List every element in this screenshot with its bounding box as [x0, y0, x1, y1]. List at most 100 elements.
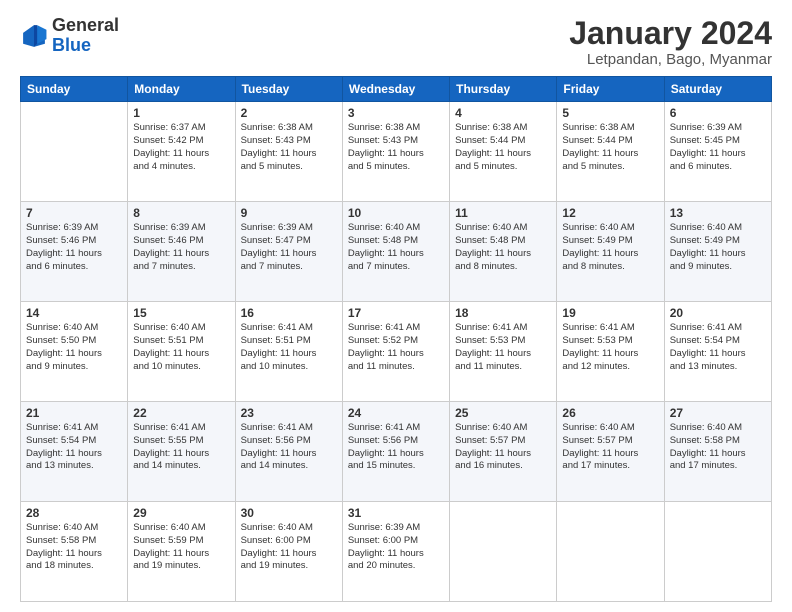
day-number: 21: [26, 406, 122, 420]
logo-blue: Blue: [52, 36, 119, 56]
day-info: Sunrise: 6:37 AM Sunset: 5:42 PM Dayligh…: [133, 122, 229, 173]
table-row: 30Sunrise: 6:40 AM Sunset: 6:00 PM Dayli…: [235, 502, 342, 602]
table-row: 25Sunrise: 6:40 AM Sunset: 5:57 PM Dayli…: [450, 402, 557, 502]
day-info: Sunrise: 6:41 AM Sunset: 5:52 PM Dayligh…: [348, 322, 444, 373]
day-number: 3: [348, 106, 444, 120]
day-number: 26: [562, 406, 658, 420]
day-number: 29: [133, 506, 229, 520]
day-info: Sunrise: 6:40 AM Sunset: 5:58 PM Dayligh…: [26, 522, 122, 573]
table-row: [450, 502, 557, 602]
day-info: Sunrise: 6:40 AM Sunset: 5:49 PM Dayligh…: [562, 222, 658, 273]
logo-icon: [20, 22, 48, 50]
day-info: Sunrise: 6:41 AM Sunset: 5:53 PM Dayligh…: [455, 322, 551, 373]
table-row: 5 Sunrise: 6:38 AM Sunset: 5:44 PM Daylig…: [557, 102, 664, 202]
day-number: 31: [348, 506, 444, 520]
day-info: Sunrise: 6:38 AM Sunset: 5:44 PM Dayligh…: [562, 122, 658, 173]
day-number: 9: [241, 206, 337, 220]
day-number: 11: [455, 206, 551, 220]
table-row: 8 Sunrise: 6:39 AM Sunset: 5:46 PM Daylig…: [128, 202, 235, 302]
day-info: Sunrise: 6:40 AM Sunset: 5:51 PM Dayligh…: [133, 322, 229, 373]
table-row: [664, 502, 771, 602]
day-info: Sunrise: 6:41 AM Sunset: 5:56 PM Dayligh…: [348, 422, 444, 473]
table-row: 16 Sunrise: 6:41 AM Sunset: 5:51 PM Dayli…: [235, 302, 342, 402]
day-number: 5: [562, 106, 658, 120]
table-row: 29Sunrise: 6:40 AM Sunset: 5:59 PM Dayli…: [128, 502, 235, 602]
day-info: Sunrise: 6:40 AM Sunset: 5:49 PM Dayligh…: [670, 222, 766, 273]
day-number: 18: [455, 306, 551, 320]
header: General Blue January 2024 Letpandan, Bag…: [20, 16, 772, 68]
day-info: Sunrise: 6:41 AM Sunset: 5:54 PM Dayligh…: [670, 322, 766, 373]
calendar-header-monday: Monday: [128, 77, 235, 102]
table-row: 9 Sunrise: 6:39 AM Sunset: 5:47 PM Daylig…: [235, 202, 342, 302]
day-number: 19: [562, 306, 658, 320]
day-number: 10: [348, 206, 444, 220]
calendar-week-row: 7 Sunrise: 6:39 AM Sunset: 5:46 PM Daylig…: [21, 202, 772, 302]
table-row: 7 Sunrise: 6:39 AM Sunset: 5:46 PM Daylig…: [21, 202, 128, 302]
day-info: Sunrise: 6:38 AM Sunset: 5:43 PM Dayligh…: [348, 122, 444, 173]
day-info: Sunrise: 6:41 AM Sunset: 5:53 PM Dayligh…: [562, 322, 658, 373]
day-number: 7: [26, 206, 122, 220]
day-info: Sunrise: 6:39 AM Sunset: 5:46 PM Dayligh…: [26, 222, 122, 273]
table-row: 15 Sunrise: 6:40 AM Sunset: 5:51 PM Dayli…: [128, 302, 235, 402]
day-number: 6: [670, 106, 766, 120]
calendar-header-row: SundayMondayTuesdayWednesdayThursdayFrid…: [21, 77, 772, 102]
day-info: Sunrise: 6:39 AM Sunset: 6:00 PM Dayligh…: [348, 522, 444, 573]
day-info: Sunrise: 6:38 AM Sunset: 5:43 PM Dayligh…: [241, 122, 337, 173]
day-info: Sunrise: 6:39 AM Sunset: 5:47 PM Dayligh…: [241, 222, 337, 273]
calendar-header-tuesday: Tuesday: [235, 77, 342, 102]
main-title: January 2024: [569, 16, 772, 51]
table-row: 20 Sunrise: 6:41 AM Sunset: 5:54 PM Dayli…: [664, 302, 771, 402]
table-row: 4Sunrise: 6:38 AM Sunset: 5:44 PM Daylig…: [450, 102, 557, 202]
calendar-table: SundayMondayTuesdayWednesdayThursdayFrid…: [20, 76, 772, 602]
table-row: 17 Sunrise: 6:41 AM Sunset: 5:52 PM Dayli…: [342, 302, 449, 402]
calendar-header-sunday: Sunday: [21, 77, 128, 102]
day-info: Sunrise: 6:40 AM Sunset: 5:48 PM Dayligh…: [455, 222, 551, 273]
logo-general: General: [52, 16, 119, 36]
day-number: 24: [348, 406, 444, 420]
day-info: Sunrise: 6:40 AM Sunset: 5:50 PM Dayligh…: [26, 322, 122, 373]
day-number: 1: [133, 106, 229, 120]
calendar-header-thursday: Thursday: [450, 77, 557, 102]
day-number: 30: [241, 506, 337, 520]
subtitle: Letpandan, Bago, Myanmar: [569, 51, 772, 68]
day-info: Sunrise: 6:41 AM Sunset: 5:56 PM Dayligh…: [241, 422, 337, 473]
logo-text: General Blue: [52, 16, 119, 56]
table-row: 21 Sunrise: 6:41 AM Sunset: 5:54 PM Dayli…: [21, 402, 128, 502]
day-info: Sunrise: 6:40 AM Sunset: 5:58 PM Dayligh…: [670, 422, 766, 473]
table-row: 22Sunrise: 6:41 AM Sunset: 5:55 PM Dayli…: [128, 402, 235, 502]
day-number: 28: [26, 506, 122, 520]
table-row: 14Sunrise: 6:40 AM Sunset: 5:50 PM Dayli…: [21, 302, 128, 402]
day-number: 17: [348, 306, 444, 320]
day-number: 27: [670, 406, 766, 420]
table-row: 10 Sunrise: 6:40 AM Sunset: 5:48 PM Dayli…: [342, 202, 449, 302]
day-info: Sunrise: 6:40 AM Sunset: 5:57 PM Dayligh…: [562, 422, 658, 473]
day-number: 23: [241, 406, 337, 420]
title-block: January 2024 Letpandan, Bago, Myanmar: [569, 16, 772, 68]
day-number: 16: [241, 306, 337, 320]
calendar-week-row: 21 Sunrise: 6:41 AM Sunset: 5:54 PM Dayli…: [21, 402, 772, 502]
table-row: 2 Sunrise: 6:38 AM Sunset: 5:43 PM Daylig…: [235, 102, 342, 202]
day-info: Sunrise: 6:40 AM Sunset: 5:48 PM Dayligh…: [348, 222, 444, 273]
day-number: 2: [241, 106, 337, 120]
calendar-week-row: 14Sunrise: 6:40 AM Sunset: 5:50 PM Dayli…: [21, 302, 772, 402]
day-info: Sunrise: 6:41 AM Sunset: 5:51 PM Dayligh…: [241, 322, 337, 373]
day-number: 4: [455, 106, 551, 120]
day-number: 15: [133, 306, 229, 320]
table-row: 24 Sunrise: 6:41 AM Sunset: 5:56 PM Dayli…: [342, 402, 449, 502]
table-row: [21, 102, 128, 202]
day-number: 12: [562, 206, 658, 220]
table-row: 1 Sunrise: 6:37 AM Sunset: 5:42 PM Daylig…: [128, 102, 235, 202]
table-row: 18 Sunrise: 6:41 AM Sunset: 5:53 PM Dayli…: [450, 302, 557, 402]
day-info: Sunrise: 6:41 AM Sunset: 5:54 PM Dayligh…: [26, 422, 122, 473]
day-number: 25: [455, 406, 551, 420]
day-number: 20: [670, 306, 766, 320]
day-info: Sunrise: 6:39 AM Sunset: 5:46 PM Dayligh…: [133, 222, 229, 273]
page: General Blue January 2024 Letpandan, Bag…: [0, 0, 792, 612]
day-number: 8: [133, 206, 229, 220]
calendar-header-wednesday: Wednesday: [342, 77, 449, 102]
table-row: [557, 502, 664, 602]
calendar-header-friday: Friday: [557, 77, 664, 102]
logo: General Blue: [20, 16, 119, 56]
day-number: 22: [133, 406, 229, 420]
table-row: 23 Sunrise: 6:41 AM Sunset: 5:56 PM Dayli…: [235, 402, 342, 502]
